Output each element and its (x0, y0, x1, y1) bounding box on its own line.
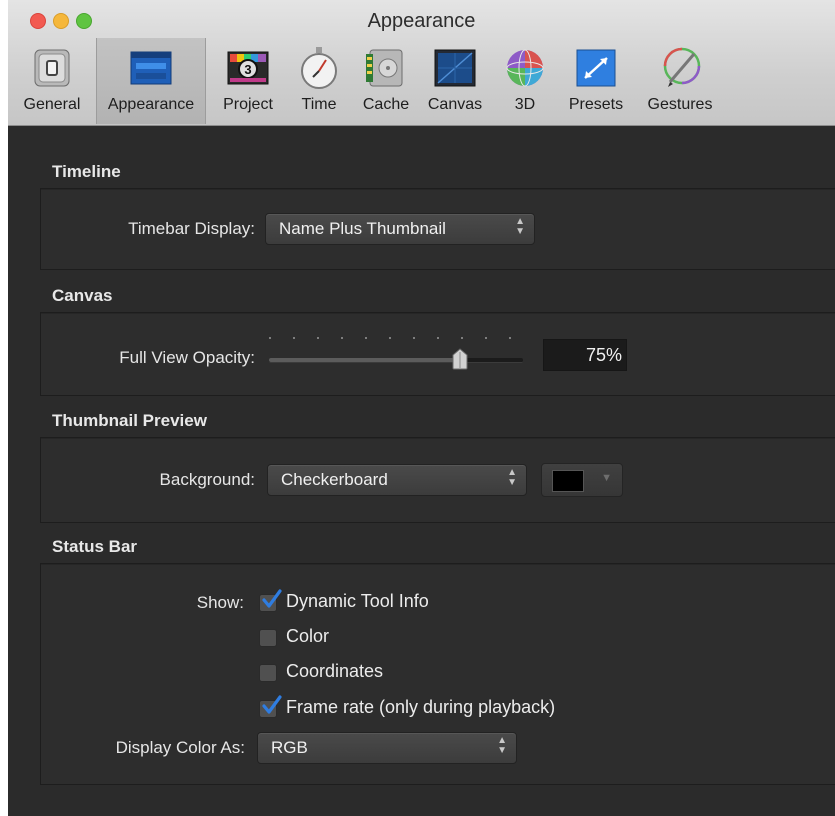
timeline-group: Timebar Display: Name Plus Thumbnail ▲ ▼ (40, 188, 835, 270)
checkbox-label: Frame rate (only during playback) (286, 697, 556, 717)
checkbox-label: Color (286, 626, 330, 646)
checkbox[interactable] (259, 589, 282, 612)
background-color-well[interactable]: ▼ (541, 463, 623, 497)
timeline-section-title: Timeline (52, 162, 121, 181)
opacity-slider-fill (269, 358, 460, 362)
toolbar-cache-label: Cache (362, 96, 410, 113)
chevron-down-icon: ▼ (601, 472, 612, 484)
toolbar-cache[interactable]: Cache (354, 38, 418, 124)
checkbox[interactable] (259, 695, 282, 718)
toolbar-presets[interactable]: Presets (560, 38, 632, 124)
project-icon: 3 (227, 51, 269, 85)
canvas-group: Full View Opacity: 75% (40, 312, 835, 396)
toolbar-gestures-label: Gestures (647, 96, 713, 113)
window-title: Appearance (367, 10, 476, 32)
toolbar-gestures[interactable]: Gestures (638, 38, 722, 124)
checkbox[interactable] (259, 664, 277, 682)
display-color-value: RGB (271, 738, 308, 757)
toolbar-time-label: Time (301, 96, 337, 113)
opacity-slider-knob[interactable] (450, 348, 470, 370)
toolbar-3d[interactable]: 3D (496, 38, 554, 124)
thumbnail-section-title: Thumbnail Preview (52, 411, 207, 430)
toolbar-time[interactable]: Time (290, 38, 348, 124)
svg-text:3: 3 (244, 62, 251, 77)
sphere-icon (506, 49, 544, 87)
background-label: Background: (159, 470, 255, 489)
background-value: Checkerboard (281, 470, 388, 489)
updown-arrows-icon: ▲ ▼ (497, 735, 507, 756)
toolbar-general-label: General (23, 96, 81, 113)
full-view-opacity-label: Full View Opacity: (119, 348, 255, 367)
updown-arrows-icon: ▲ ▼ (507, 467, 517, 488)
timebar-display-label: Timebar Display: (128, 219, 255, 238)
toolbar-general[interactable]: General (16, 38, 88, 124)
checkmark-icon (262, 589, 282, 608)
thumbnail-group: Background: Checkerboard ▲ ▼ ▼ (40, 437, 835, 523)
status-bar-group: Show: Dynamic Tool Info Color Coordinate… (40, 563, 835, 785)
checkbox-label: Dynamic Tool Info (286, 591, 429, 611)
opacity-slider[interactable] (269, 348, 523, 370)
background-popup[interactable]: Checkerboard ▲ ▼ (267, 464, 527, 496)
updown-arrows-icon: ▲ ▼ (515, 216, 525, 237)
toolbar-project[interactable]: 3 Project (212, 38, 284, 124)
display-color-as-label: Display Color As: (115, 738, 245, 757)
checkbox[interactable] (259, 629, 277, 647)
pen-icon (663, 47, 701, 87)
canvas-icon (434, 49, 476, 87)
cache-icon (366, 49, 403, 87)
toolbar-appearance[interactable]: Appearance (96, 38, 206, 124)
toolbar-3d-label: 3D (514, 96, 536, 113)
toolbar-canvas[interactable]: Canvas (420, 38, 490, 124)
timebar-display-popup[interactable]: Name Plus Thumbnail ▲ ▼ (265, 213, 535, 245)
timebar-display-value: Name Plus Thumbnail (279, 219, 446, 238)
title-bar: Appearance General Appearance 3 Project … (8, 0, 835, 126)
toolbar-project-label: Project (223, 96, 273, 113)
toolbar-presets-label: Presets (568, 96, 624, 113)
canvas-section-title: Canvas (52, 286, 113, 305)
stopwatch-icon (301, 47, 337, 89)
status-bar-section-title: Status Bar (52, 537, 138, 556)
slider-ticks (269, 337, 519, 343)
presets-icon (576, 49, 616, 87)
color-swatch (552, 470, 584, 492)
toolbar-appearance-label: Appearance (107, 96, 195, 113)
checkmark-icon (262, 695, 282, 714)
appearance-icon (130, 51, 172, 85)
preferences-window: Appearance General Appearance 3 Project … (8, 0, 835, 816)
toolbar-canvas-label: Canvas (427, 96, 483, 113)
opacity-value-field[interactable]: 75% (543, 339, 627, 371)
general-icon (34, 49, 70, 87)
display-color-popup[interactable]: RGB ▲ ▼ (257, 732, 517, 764)
show-label: Show: (196, 593, 244, 612)
checkbox-label: Coordinates (286, 661, 384, 681)
